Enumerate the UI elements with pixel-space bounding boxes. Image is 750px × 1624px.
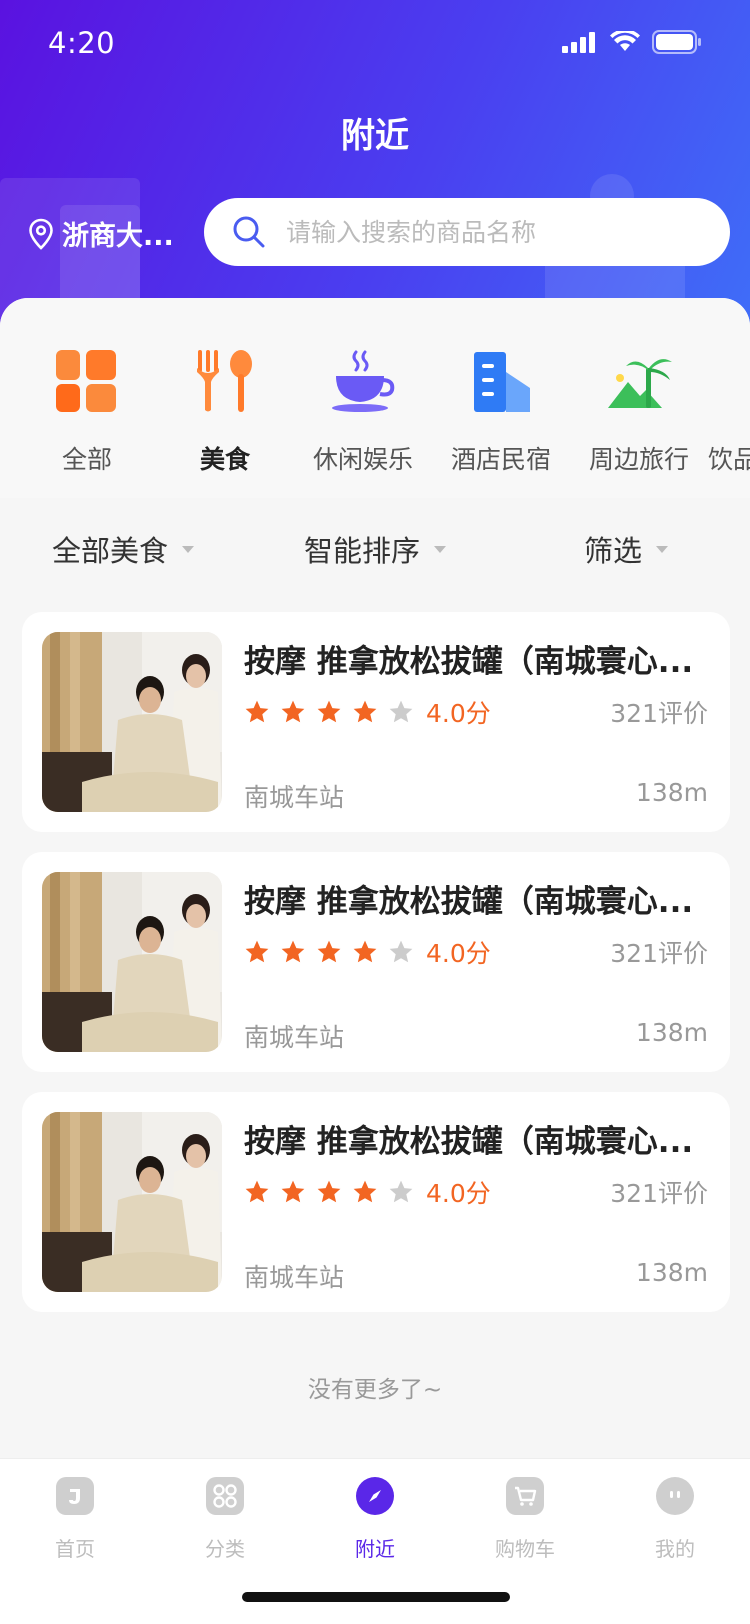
- palm-tree-icon: [608, 359, 672, 408]
- listing-thumbnail: [42, 632, 222, 812]
- filter-options-dropdown[interactable]: 筛选: [584, 528, 669, 570]
- category-label: 休闲娱乐: [312, 445, 413, 474]
- page-title: 附近: [341, 116, 409, 156]
- home-icon: [56, 1477, 94, 1515]
- listing-title: 按摩 推拿放松拔罐（南城寰心...: [244, 1124, 694, 1160]
- filter-category-dropdown[interactable]: 全部美食: [52, 528, 195, 570]
- search-icon: [233, 216, 265, 248]
- rating-stars: 4.0分: [244, 934, 491, 970]
- listing-title: 按摩 推拿放松拔罐（南城寰心...: [244, 644, 694, 680]
- rating-stars: 4.0分: [244, 1174, 491, 1210]
- filter-row: 全部美食 智能排序 筛选: [0, 498, 750, 608]
- rating-stars: 4.0分: [244, 694, 491, 730]
- category-label: 周边旅行: [588, 445, 689, 474]
- location-pin-icon: [29, 218, 53, 250]
- filter-category-label: 全部美食: [52, 534, 169, 568]
- rating-score: 4.0分: [426, 699, 491, 728]
- category-label: 美食: [199, 445, 250, 474]
- tab-label: 附近: [355, 1537, 395, 1561]
- tab-profile[interactable]: 我的: [600, 1459, 750, 1579]
- home-indicator[interactable]: [242, 1592, 510, 1602]
- status-bar: 4:20: [0, 0, 750, 90]
- listing-thumbnail: [42, 1112, 222, 1292]
- chevron-down-icon: [656, 545, 669, 553]
- search-bar[interactable]: [204, 198, 730, 266]
- star-filled-icon: [353, 940, 377, 963]
- wifi-icon: [610, 31, 640, 51]
- coffee-cup-icon: [332, 350, 395, 412]
- search-input[interactable]: [286, 217, 706, 247]
- distance: 138m: [635, 778, 708, 807]
- tab-label: 购物车: [495, 1537, 555, 1561]
- category-icon: [206, 1477, 244, 1515]
- listing-card[interactable]: 按摩 推拿放松拔罐（南城寰心... 4.0分 321评价 南城车站 138m: [22, 612, 730, 832]
- star-filled-icon: [317, 700, 341, 723]
- star-filled-icon: [245, 940, 269, 963]
- review-count: 321评价: [610, 699, 708, 728]
- filter-sort-dropdown[interactable]: 智能排序: [304, 528, 447, 570]
- building-icon: [474, 352, 530, 412]
- category-item-hotel[interactable]: 酒店民宿: [432, 298, 570, 498]
- listing-thumbnail: [42, 872, 222, 1052]
- tab-home[interactable]: 首页: [0, 1459, 150, 1579]
- station-name: 南城车站: [244, 1023, 345, 1052]
- star-filled-icon: [353, 700, 377, 723]
- chevron-down-icon: [182, 545, 195, 553]
- station-name: 南城车站: [244, 1263, 345, 1292]
- chevron-down-icon: [434, 545, 447, 553]
- filter-sort-label: 智能排序: [304, 534, 421, 568]
- status-icons: [562, 30, 702, 54]
- star-filled-icon: [317, 1180, 341, 1203]
- star-filled-icon: [245, 1180, 269, 1203]
- star-filled-icon: [281, 940, 305, 963]
- rating-score: 4.0分: [426, 939, 491, 968]
- status-time: 4:20: [48, 26, 116, 60]
- star-filled-icon: [281, 1180, 305, 1203]
- fork-spoon-icon: [197, 350, 252, 412]
- category-item-drinks[interactable]: 饮品: [708, 298, 750, 498]
- filter-options-label: 筛选: [584, 534, 643, 568]
- category-item-travel[interactable]: 周边旅行: [570, 298, 708, 498]
- station-name: 南城车站: [244, 783, 345, 812]
- tab-nearby[interactable]: 附近: [300, 1459, 450, 1579]
- tab-label: 我的: [655, 1537, 695, 1561]
- tab-cart[interactable]: 购物车: [450, 1459, 600, 1579]
- tab-label: 首页: [55, 1537, 95, 1561]
- cart-icon: [506, 1477, 544, 1515]
- review-count: 321评价: [610, 939, 708, 968]
- signal-icon: [562, 32, 595, 53]
- star-filled-icon: [281, 700, 305, 723]
- category-item-all[interactable]: 全部: [18, 298, 156, 498]
- star-empty-icon: [389, 940, 413, 963]
- category-label: 饮品: [708, 445, 750, 474]
- distance: 138m: [635, 1258, 708, 1287]
- star-filled-icon: [353, 1180, 377, 1203]
- star-empty-icon: [389, 700, 413, 723]
- star-empty-icon: [389, 1180, 413, 1203]
- category-label: 酒店民宿: [450, 445, 551, 474]
- category-row: 全部 美食 休闲娱乐 酒店民宿 周边旅行 饮品: [0, 298, 750, 498]
- category-item-leisure[interactable]: 休闲娱乐: [294, 298, 432, 498]
- grid-icon: [56, 350, 116, 412]
- location-selector[interactable]: 浙商大...: [28, 214, 174, 253]
- star-filled-icon: [317, 940, 341, 963]
- tab-label: 分类: [205, 1537, 245, 1561]
- rating-score: 4.0分: [426, 1179, 491, 1208]
- content-area: 全部 美食 休闲娱乐 酒店民宿 周边旅行 饮品 全部美食 智能排序 筛选 按摩 …: [0, 298, 750, 1458]
- star-filled-icon: [245, 700, 269, 723]
- distance: 138m: [635, 1018, 708, 1047]
- battery-icon: [652, 30, 701, 54]
- review-count: 321评价: [610, 1179, 708, 1208]
- tab-category[interactable]: 分类: [150, 1459, 300, 1579]
- listing-card[interactable]: 按摩 推拿放松拔罐（南城寰心... 4.0分 321评价 南城车站 138m: [22, 852, 730, 1072]
- no-more-text: 没有更多了~: [307, 1377, 443, 1403]
- location-label: 浙商大...: [62, 221, 174, 252]
- category-label: 全部: [61, 445, 112, 474]
- profile-icon: [656, 1477, 694, 1515]
- category-item-food[interactable]: 美食: [156, 298, 294, 498]
- listing-title: 按摩 推拿放松拔罐（南城寰心...: [244, 884, 694, 920]
- compass-icon: [356, 1477, 394, 1515]
- listing-card[interactable]: 按摩 推拿放松拔罐（南城寰心... 4.0分 321评价 南城车站 138m: [22, 1092, 730, 1312]
